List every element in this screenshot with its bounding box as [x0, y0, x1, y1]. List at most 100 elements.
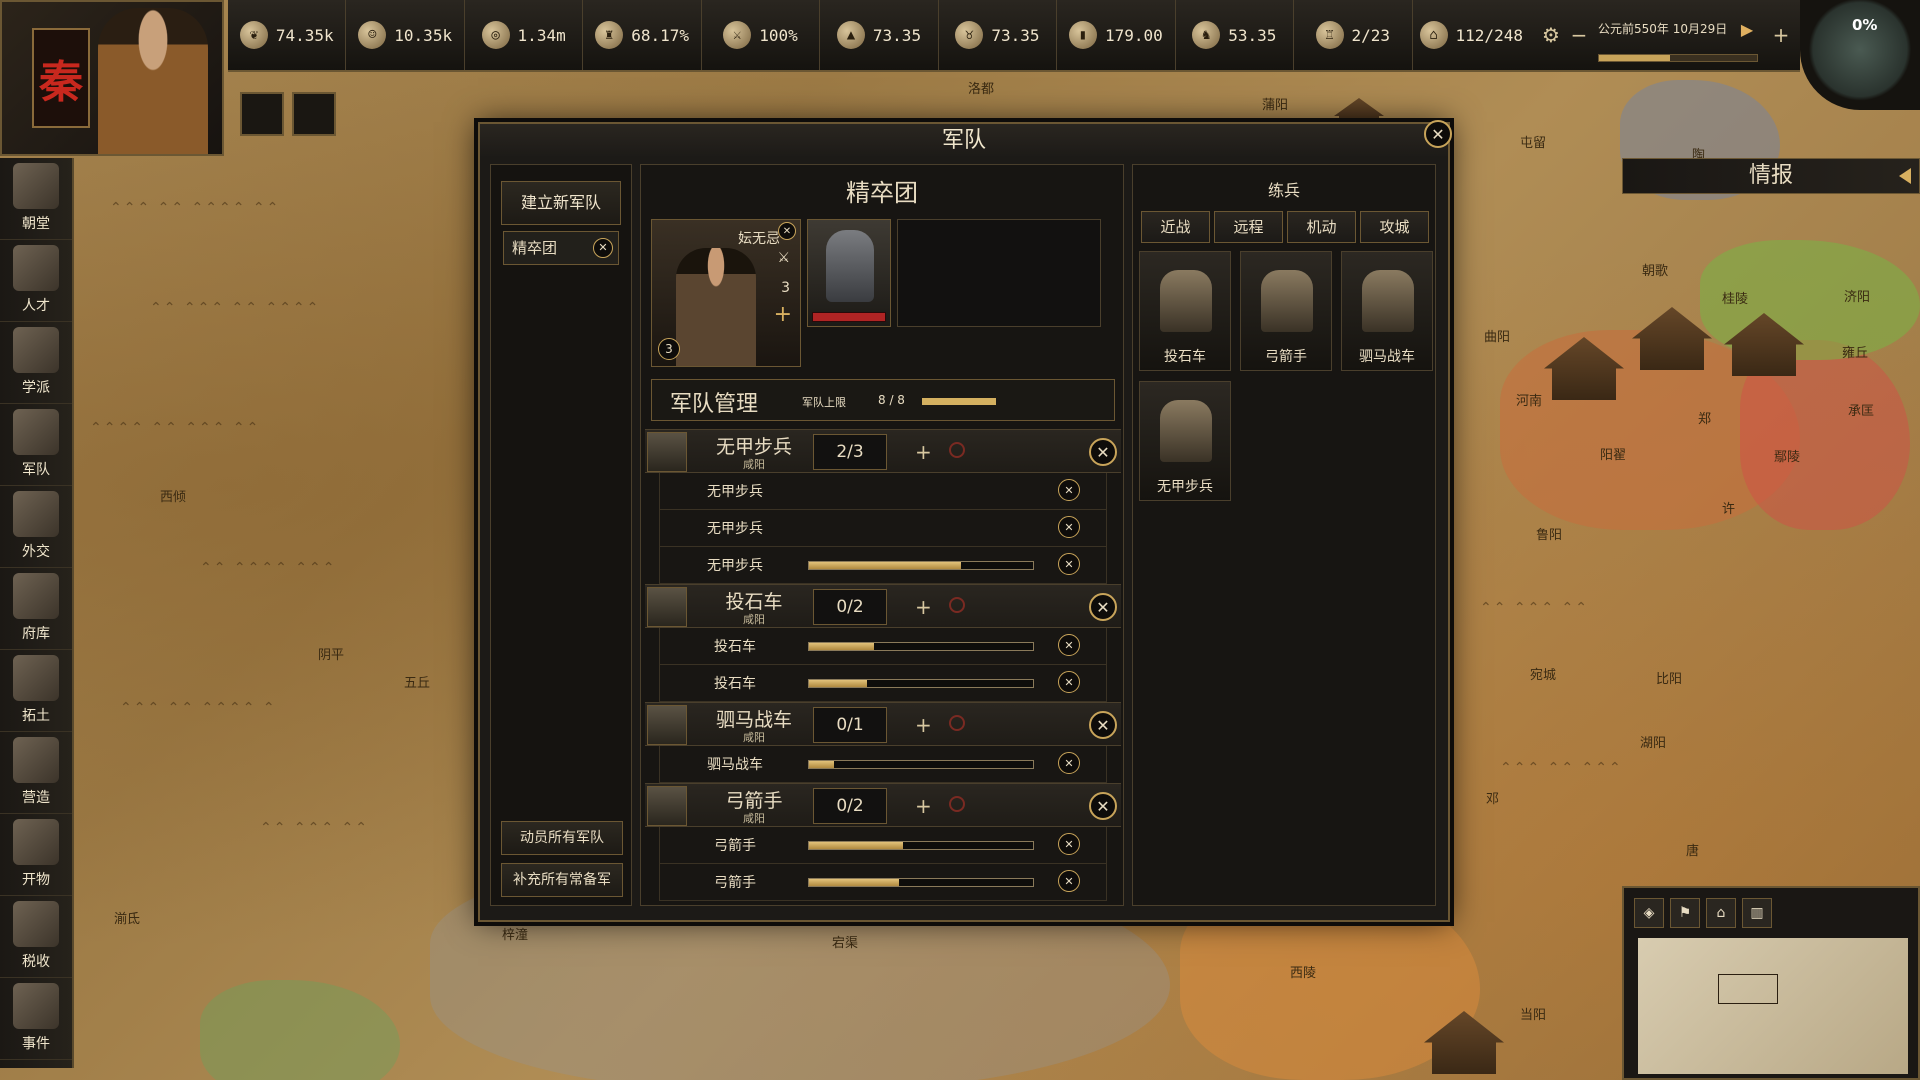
- trainable-units-grid: 投石车 弓箭手 驷马战车 无甲步兵: [1139, 251, 1435, 501]
- unit-group-row[interactable]: 投石车 咸阳 0/2 + ✕: [645, 584, 1121, 628]
- ledger-icon[interactable]: [292, 92, 336, 136]
- sidebar-item[interactable]: 开物: [0, 814, 72, 896]
- unit-progress-bar: [808, 561, 1034, 570]
- unit-group-row[interactable]: 驷马战车 咸阳 0/1 + ✕: [645, 702, 1121, 746]
- disband-icon[interactable]: [949, 715, 965, 731]
- army-list-item[interactable]: 精卒团 ✕: [503, 231, 619, 265]
- training-tab[interactable]: 攻城: [1360, 211, 1429, 243]
- unit-group-name: 驷马战车: [715, 709, 792, 731]
- close-icon[interactable]: ✕: [1058, 634, 1080, 656]
- general-card[interactable]: 妘无忌 ✕ ⚔ 3 + 3: [651, 219, 801, 367]
- close-icon[interactable]: ✕: [593, 238, 613, 258]
- plus-icon[interactable]: +: [915, 794, 932, 818]
- unit-sub-row[interactable]: 无甲步兵 ✕: [659, 473, 1107, 510]
- close-icon[interactable]: ✕: [1058, 516, 1080, 538]
- unit-sub-row[interactable]: 驷马战车 ✕: [659, 746, 1107, 783]
- sidebar-item[interactable]: 外交: [0, 486, 72, 568]
- close-icon[interactable]: ✕: [1089, 792, 1117, 820]
- gear-icon[interactable]: ⚙: [1538, 22, 1564, 48]
- ruler-portrait[interactable]: [98, 8, 208, 154]
- sidebar-item[interactable]: 事件: [0, 978, 72, 1060]
- sidebar-item[interactable]: 人才: [0, 240, 72, 322]
- mobilize-all-button[interactable]: 动员所有军队: [501, 821, 623, 855]
- resource-jade[interactable]: ▮ 179.00: [1057, 0, 1176, 70]
- disband-icon[interactable]: [949, 796, 965, 812]
- close-icon[interactable]: ✕: [1058, 833, 1080, 855]
- collapse-arrow-icon[interactable]: [1899, 168, 1911, 184]
- plus-icon[interactable]: +: [915, 595, 932, 619]
- unit-sub-row[interactable]: 投石车 ✕: [659, 628, 1107, 665]
- general-level-badge: 3: [658, 338, 680, 360]
- close-icon[interactable]: ✕: [1089, 711, 1117, 739]
- city-filter-icon[interactable]: ⌂: [1706, 898, 1736, 928]
- resource-ox[interactable]: ♉ 73.35: [939, 0, 1058, 70]
- unit-group-row[interactable]: 无甲步兵 咸阳 2/3 + ✕: [645, 429, 1121, 473]
- resource-coin[interactable]: ◎ 1.34m: [465, 0, 584, 70]
- unit-sub-name: 无甲步兵: [707, 484, 763, 500]
- resource-military[interactable]: ⚔ 100%: [702, 0, 821, 70]
- minimap-viewport-rect[interactable]: [1718, 974, 1778, 1004]
- unit-sub-row[interactable]: 投石车 ✕: [659, 665, 1107, 702]
- compass-icon[interactable]: ◈: [1634, 898, 1664, 928]
- unit-card-label: 驷马战车: [1359, 349, 1415, 365]
- trainable-unit-card[interactable]: 投石车: [1139, 251, 1231, 371]
- speed-down-button[interactable]: −: [1566, 22, 1592, 48]
- disband-icon[interactable]: [949, 597, 965, 613]
- resource-hat[interactable]: ▲ 73.35: [820, 0, 939, 70]
- unit-sub-row[interactable]: 无甲步兵 ✕: [659, 510, 1107, 547]
- resource-grain[interactable]: ❦ 74.35k: [228, 0, 347, 70]
- close-icon[interactable]: ✕: [1058, 479, 1080, 501]
- close-icon[interactable]: ✕: [1058, 752, 1080, 774]
- plus-icon[interactable]: +: [774, 302, 792, 327]
- minimap-view[interactable]: [1638, 938, 1908, 1074]
- army-filter-icon[interactable]: ⚑: [1670, 898, 1700, 928]
- crossed-swords-icon: ⚔: [723, 21, 752, 49]
- close-icon[interactable]: ✕: [1424, 120, 1452, 148]
- sidebar-item[interactable]: 朝堂: [0, 158, 72, 240]
- close-icon[interactable]: ✕: [1058, 870, 1080, 892]
- resource-population[interactable]: ☺ 10.35k: [346, 0, 465, 70]
- sidebar-item[interactable]: 拓土: [0, 650, 72, 732]
- unit-sub-row[interactable]: 弓箭手 ✕: [659, 864, 1107, 901]
- sidebar-item[interactable]: 营造: [0, 732, 72, 814]
- new-army-button[interactable]: 建立新军队: [501, 181, 621, 225]
- resource-bell[interactable]: ♜ 68.17%: [583, 0, 702, 70]
- play-icon[interactable]: ▶: [1734, 16, 1760, 42]
- mountain-range: ⌃⌃⌃ ⌃⌃ ⌃⌃⌃⌃ ⌃: [120, 700, 277, 716]
- disband-icon[interactable]: [949, 442, 965, 458]
- minimap[interactable]: ◈ ⚑ ⌂ ▥: [1622, 886, 1920, 1080]
- trainable-unit-card[interactable]: 弓箭手: [1240, 251, 1332, 371]
- close-icon[interactable]: ✕: [1089, 593, 1117, 621]
- intel-panel-toggle[interactable]: 情报: [1622, 158, 1920, 194]
- sidebar-item[interactable]: 税收: [0, 896, 72, 978]
- close-icon[interactable]: ✕: [1089, 438, 1117, 466]
- training-tab[interactable]: 机动: [1287, 211, 1356, 243]
- resource-fortress[interactable]: ♖ 2/23: [1294, 0, 1413, 70]
- trainable-unit-card[interactable]: 无甲步兵: [1139, 381, 1231, 501]
- close-icon[interactable]: ✕: [778, 222, 796, 240]
- plus-icon[interactable]: +: [915, 440, 932, 464]
- sidebar-item[interactable]: 军队: [0, 404, 72, 486]
- training-tab[interactable]: 近战: [1141, 211, 1210, 243]
- speed-up-button[interactable]: +: [1768, 22, 1794, 48]
- unit-group-row[interactable]: 弓箭手 咸阳 0/2 + ✕: [645, 783, 1121, 827]
- resource-horse[interactable]: ♞ 53.35: [1176, 0, 1295, 70]
- ruler-portrait-panel[interactable]: 秦: [0, 0, 224, 156]
- replenish-all-button[interactable]: 补充所有常备军: [501, 863, 623, 897]
- ding-vessel-indicator[interactable]: 0%: [1800, 0, 1920, 110]
- plus-icon[interactable]: +: [915, 713, 932, 737]
- sidebar-item[interactable]: 学派: [0, 322, 72, 404]
- training-tab[interactable]: 远程: [1214, 211, 1283, 243]
- unit-sub-row[interactable]: 弓箭手 ✕: [659, 827, 1107, 864]
- resource-city[interactable]: ⌂ 112/248: [1413, 0, 1530, 70]
- sidebar-item[interactable]: 府库: [0, 568, 72, 650]
- unit-portrait[interactable]: [807, 219, 891, 327]
- unit-progress-fill: [809, 879, 899, 886]
- empty-slot[interactable]: [897, 219, 1101, 327]
- blank-slot-button[interactable]: [240, 92, 284, 136]
- close-icon[interactable]: ✕: [1058, 671, 1080, 693]
- gate-filter-icon[interactable]: ▥: [1742, 898, 1772, 928]
- close-icon[interactable]: ✕: [1058, 553, 1080, 575]
- unit-sub-row[interactable]: 无甲步兵 ✕: [659, 547, 1107, 584]
- trainable-unit-card[interactable]: 驷马战车: [1341, 251, 1433, 371]
